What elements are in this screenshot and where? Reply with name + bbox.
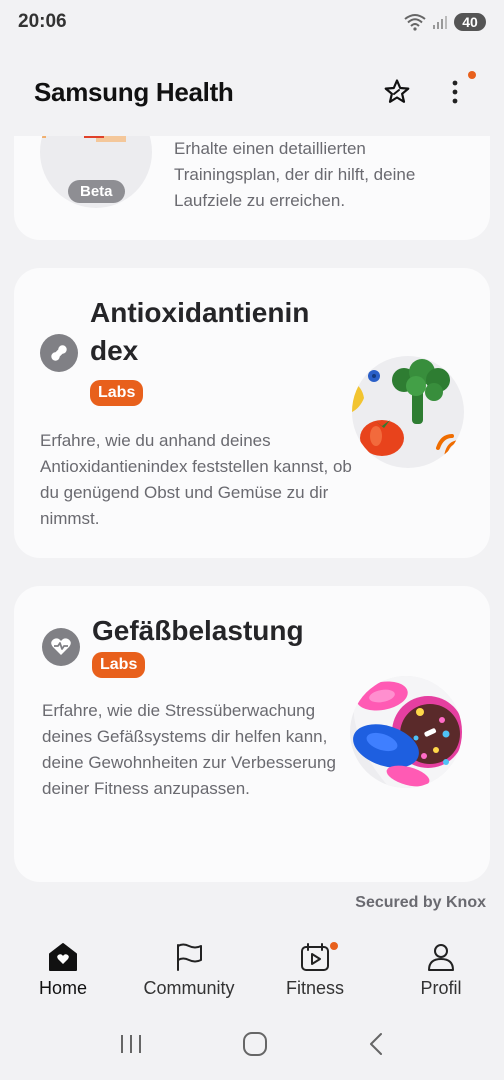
running-plan-description: Erhalte einen detaillierten Trainingspla…: [174, 139, 416, 210]
nav-profile[interactable]: Profil: [378, 930, 504, 999]
fitness-notification-dot: [330, 942, 338, 950]
star-edit-icon: [384, 79, 410, 103]
more-options-button[interactable]: [440, 71, 476, 107]
vascular-load-title: Gefäßbelastung: [92, 615, 304, 646]
nav-profile-label: Profil: [420, 978, 462, 998]
system-navigation-bar: [0, 1012, 504, 1080]
recent-apps-button[interactable]: [119, 1033, 143, 1060]
recent-apps-icon: [121, 1034, 142, 1053]
profile-icon: [428, 944, 454, 971]
fitness-calendar-icon: [301, 943, 329, 971]
home-circle-icon: [242, 1031, 267, 1056]
antioxidant-icon: [40, 334, 78, 372]
vegetables-illustration: [352, 356, 464, 468]
labs-badge: Labs: [90, 380, 144, 406]
antioxidant-title: Antioxidantienin dex: [90, 297, 310, 366]
home-system-button[interactable]: [242, 1031, 268, 1062]
signal-icon: [433, 16, 447, 29]
notification-dot: [468, 71, 476, 79]
content-scroll-area[interactable]: Beta Erhalte einen detaillierten Trainin…: [0, 136, 504, 926]
home-icon: [49, 943, 77, 971]
vascular-load-card[interactable]: Gefäßbelastung Labs Erfahre, wie die Str…: [14, 586, 490, 882]
heart-pulse-icon: [42, 628, 80, 666]
secured-by-knox-label: Secured by Knox: [355, 894, 486, 911]
beta-badge: Beta: [68, 180, 125, 203]
nav-fitness[interactable]: Fitness: [252, 930, 378, 999]
nav-community-label: Community: [143, 978, 235, 998]
back-button[interactable]: [367, 1031, 385, 1062]
app-header: Samsung Health: [0, 60, 504, 124]
running-plan-card[interactable]: Beta Erhalte einen detaillierten Trainin…: [14, 136, 490, 240]
antioxidant-index-card[interactable]: Antioxidantienin dex Labs Erfahre, wie d…: [14, 268, 490, 558]
antioxidant-description: Erfahre, wie du anhand deines Antioxidan…: [40, 431, 352, 528]
nav-community[interactable]: Community: [126, 930, 252, 999]
status-indicators: 40: [404, 13, 486, 31]
nav-home-label: Home: [38, 978, 87, 998]
battery-indicator: 40: [454, 13, 486, 31]
nav-home[interactable]: Home: [0, 930, 126, 999]
bottom-navigation: Home Community Fitness Profil: [0, 930, 504, 1010]
flag-icon: [177, 943, 202, 971]
labs-badge: Labs: [92, 652, 146, 678]
app-title: Samsung Health: [34, 76, 234, 107]
nav-fitness-label: Fitness: [285, 978, 345, 998]
vascular-load-description: Erfahre, wie die Stressüberwachung deine…: [42, 701, 336, 798]
more-vertical-icon: [452, 80, 458, 104]
header-actions: [382, 71, 476, 107]
blood-cells-illustration: [350, 676, 462, 788]
status-time: 20:06: [18, 11, 67, 32]
status-bar: 20:06 40: [0, 0, 504, 44]
back-chevron-icon: [369, 1032, 382, 1055]
favorites-button[interactable]: [382, 77, 412, 107]
wifi-icon: [404, 14, 426, 31]
